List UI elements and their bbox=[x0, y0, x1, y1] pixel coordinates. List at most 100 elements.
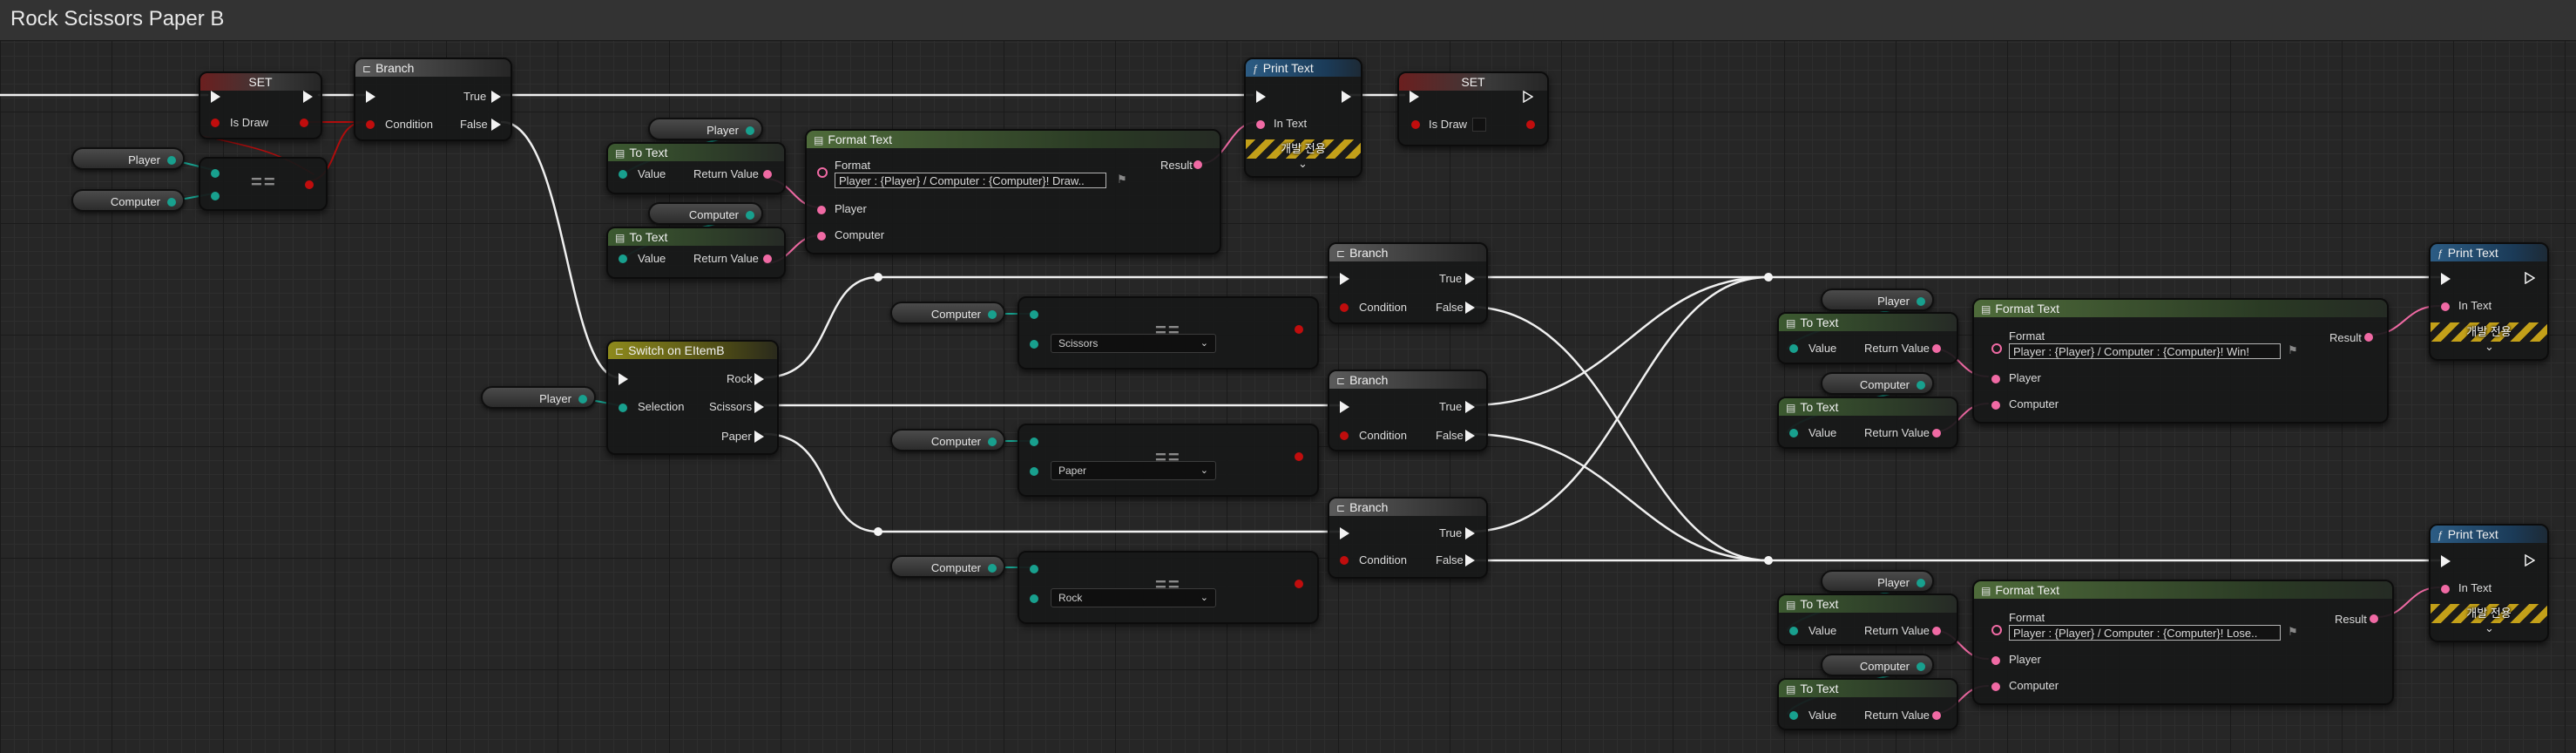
to-text-node[interactable]: ▤ To Text Value Return Value bbox=[1777, 397, 1958, 449]
exec-in-pin[interactable] bbox=[211, 91, 220, 103]
expand-chevron-icon[interactable]: ⌄ bbox=[1298, 157, 1308, 171]
value-in-pin[interactable] bbox=[1789, 711, 1798, 720]
in-text-pin[interactable] bbox=[2441, 302, 2450, 311]
text-out-pin[interactable] bbox=[763, 254, 772, 263]
computer-variable-node[interactable]: Computer bbox=[1821, 654, 1934, 676]
flag-icon[interactable]: ⚑ bbox=[2288, 625, 2298, 639]
player-variable-node[interactable]: Player bbox=[71, 147, 185, 170]
computer-variable-node[interactable]: Computer bbox=[648, 202, 763, 225]
exec-out-scissors-pin[interactable] bbox=[754, 401, 764, 413]
reroute-knot[interactable] bbox=[874, 527, 882, 536]
branch-node[interactable]: ⊏ Branch True Condition False bbox=[1328, 242, 1488, 324]
bool-in-pin[interactable] bbox=[211, 119, 220, 127]
exec-in-pin[interactable] bbox=[1256, 91, 1266, 103]
output-pin[interactable] bbox=[167, 156, 176, 165]
exec-out-paper-pin[interactable] bbox=[754, 431, 764, 443]
enum-in-pin[interactable] bbox=[1030, 565, 1038, 573]
exec-out-true-pin[interactable] bbox=[1465, 527, 1475, 539]
format-text-node[interactable]: ▤ Format Text Format Player : {Player} / … bbox=[1972, 580, 2394, 705]
exec-out-pin[interactable] bbox=[1342, 91, 1351, 103]
switch-enum-node[interactable]: ⊏ Switch on EItemB Rock Selection Scissor… bbox=[606, 340, 779, 455]
output-pin[interactable] bbox=[1917, 579, 1925, 587]
result-out-pin[interactable] bbox=[2364, 333, 2373, 342]
reroute-knot[interactable] bbox=[874, 273, 882, 282]
computer-variable-node[interactable]: Computer bbox=[890, 302, 1005, 324]
equal-enum-node[interactable]: == bbox=[199, 157, 328, 211]
text-out-pin[interactable] bbox=[1932, 429, 1941, 438]
set-is-draw-node[interactable]: SET Is Draw bbox=[199, 71, 322, 139]
condition-pin[interactable] bbox=[1340, 303, 1349, 312]
text-out-pin[interactable] bbox=[1932, 627, 1941, 635]
in-text-pin[interactable] bbox=[2441, 585, 2450, 594]
result-out-pin[interactable] bbox=[2370, 614, 2378, 623]
computer-variable-node[interactable]: Computer bbox=[890, 555, 1005, 578]
computer-in-pin[interactable] bbox=[1991, 682, 2000, 691]
exec-in-pin[interactable] bbox=[2441, 555, 2451, 567]
print-text-node[interactable]: ƒ Print Text In Text 개발 전용 ⌄ bbox=[2429, 524, 2549, 642]
exec-out-false-pin[interactable] bbox=[491, 119, 501, 131]
exec-in-pin[interactable] bbox=[2441, 273, 2451, 285]
exec-out-rock-pin[interactable] bbox=[754, 373, 764, 385]
enum-in-pin[interactable] bbox=[1030, 438, 1038, 446]
exec-out-pin[interactable] bbox=[303, 91, 313, 103]
enum-in-pin[interactable] bbox=[1030, 594, 1038, 603]
exec-in-pin[interactable] bbox=[619, 373, 628, 385]
output-pin[interactable] bbox=[1917, 297, 1925, 306]
exec-out-pin[interactable] bbox=[2525, 271, 2536, 285]
bool-out-pin[interactable] bbox=[1295, 452, 1303, 461]
exec-out-pin[interactable] bbox=[1523, 90, 1534, 104]
enum-select[interactable]: Scissors ⌄ bbox=[1051, 334, 1216, 353]
computer-variable-node[interactable]: Computer bbox=[71, 189, 185, 212]
player-variable-node[interactable]: Player bbox=[481, 386, 596, 409]
to-text-node[interactable]: ▤ To Text Value Return Value bbox=[1777, 594, 1958, 646]
player-variable-node[interactable]: Player bbox=[1821, 570, 1934, 593]
to-text-node[interactable]: ▤ To Text Value Return Value bbox=[606, 227, 786, 279]
reroute-knot[interactable] bbox=[1764, 273, 1773, 282]
format-string-field[interactable]: Player : {Player} / Computer : {Computer… bbox=[835, 173, 1106, 188]
computer-variable-node[interactable]: Computer bbox=[1821, 372, 1934, 395]
exec-out-true-pin[interactable] bbox=[491, 91, 501, 103]
branch-node[interactable]: ⊏ Branch True Condition False bbox=[1328, 370, 1488, 451]
exec-in-pin[interactable] bbox=[1410, 91, 1419, 103]
computer-in-pin[interactable] bbox=[1991, 401, 2000, 410]
equal-enum-node[interactable]: == Rock ⌄ bbox=[1018, 551, 1319, 624]
condition-pin[interactable] bbox=[1340, 431, 1349, 440]
in-text-pin[interactable] bbox=[1256, 120, 1265, 129]
equal-enum-node[interactable]: == Scissors ⌄ bbox=[1018, 296, 1319, 370]
format-in-pin[interactable] bbox=[1991, 343, 2002, 354]
print-text-node[interactable]: ƒ Print Text In Text 개발 전용 ⌄ bbox=[2429, 242, 2549, 361]
enum-in-pin[interactable] bbox=[211, 169, 220, 178]
branch-node[interactable]: ⊏ Branch True Condition False bbox=[1328, 497, 1488, 579]
output-pin[interactable] bbox=[746, 211, 754, 220]
bool-out-pin[interactable] bbox=[1526, 120, 1535, 129]
format-text-node[interactable]: ▤ Format Text Format Player : {Player} / … bbox=[1972, 298, 2389, 424]
output-pin[interactable] bbox=[988, 438, 997, 446]
exec-in-pin[interactable] bbox=[1340, 273, 1349, 285]
player-in-pin[interactable] bbox=[1991, 375, 2000, 383]
print-text-node[interactable]: ƒ Print Text In Text 개발 전용 ⌄ bbox=[1244, 58, 1362, 178]
flag-icon[interactable]: ⚑ bbox=[1117, 173, 1127, 187]
text-out-pin[interactable] bbox=[1932, 344, 1941, 353]
to-text-node[interactable]: ▤ To Text Value Return Value bbox=[1777, 312, 1958, 364]
selection-in-pin[interactable] bbox=[619, 404, 627, 412]
exec-in-pin[interactable] bbox=[1340, 527, 1349, 539]
text-out-pin[interactable] bbox=[1932, 711, 1941, 720]
player-in-pin[interactable] bbox=[817, 206, 826, 214]
format-string-field[interactable]: Player : {Player} / Computer : {Computer… bbox=[2009, 343, 2281, 359]
format-text-node[interactable]: ▤ Format Text Format Player : {Player} / … bbox=[805, 129, 1221, 254]
expand-chevron-icon[interactable]: ⌄ bbox=[2485, 340, 2494, 354]
output-pin[interactable] bbox=[1917, 662, 1925, 671]
bool-out-pin[interactable] bbox=[305, 180, 314, 189]
value-in-pin[interactable] bbox=[619, 170, 627, 179]
exec-in-pin[interactable] bbox=[366, 91, 375, 103]
format-string-field[interactable]: Player : {Player} / Computer : {Computer… bbox=[2009, 625, 2281, 641]
computer-variable-node[interactable]: Computer bbox=[890, 429, 1005, 451]
value-in-pin[interactable] bbox=[1789, 429, 1798, 438]
player-variable-node[interactable]: Player bbox=[1821, 288, 1934, 311]
branch-node[interactable]: ⊏ Branch True Condition False bbox=[354, 58, 512, 141]
result-out-pin[interactable] bbox=[1193, 160, 1202, 169]
output-pin[interactable] bbox=[1917, 381, 1925, 390]
set-is-draw-node[interactable]: SET Is Draw bbox=[1397, 71, 1549, 146]
output-pin[interactable] bbox=[167, 198, 176, 207]
reroute-knot[interactable] bbox=[1764, 556, 1773, 565]
